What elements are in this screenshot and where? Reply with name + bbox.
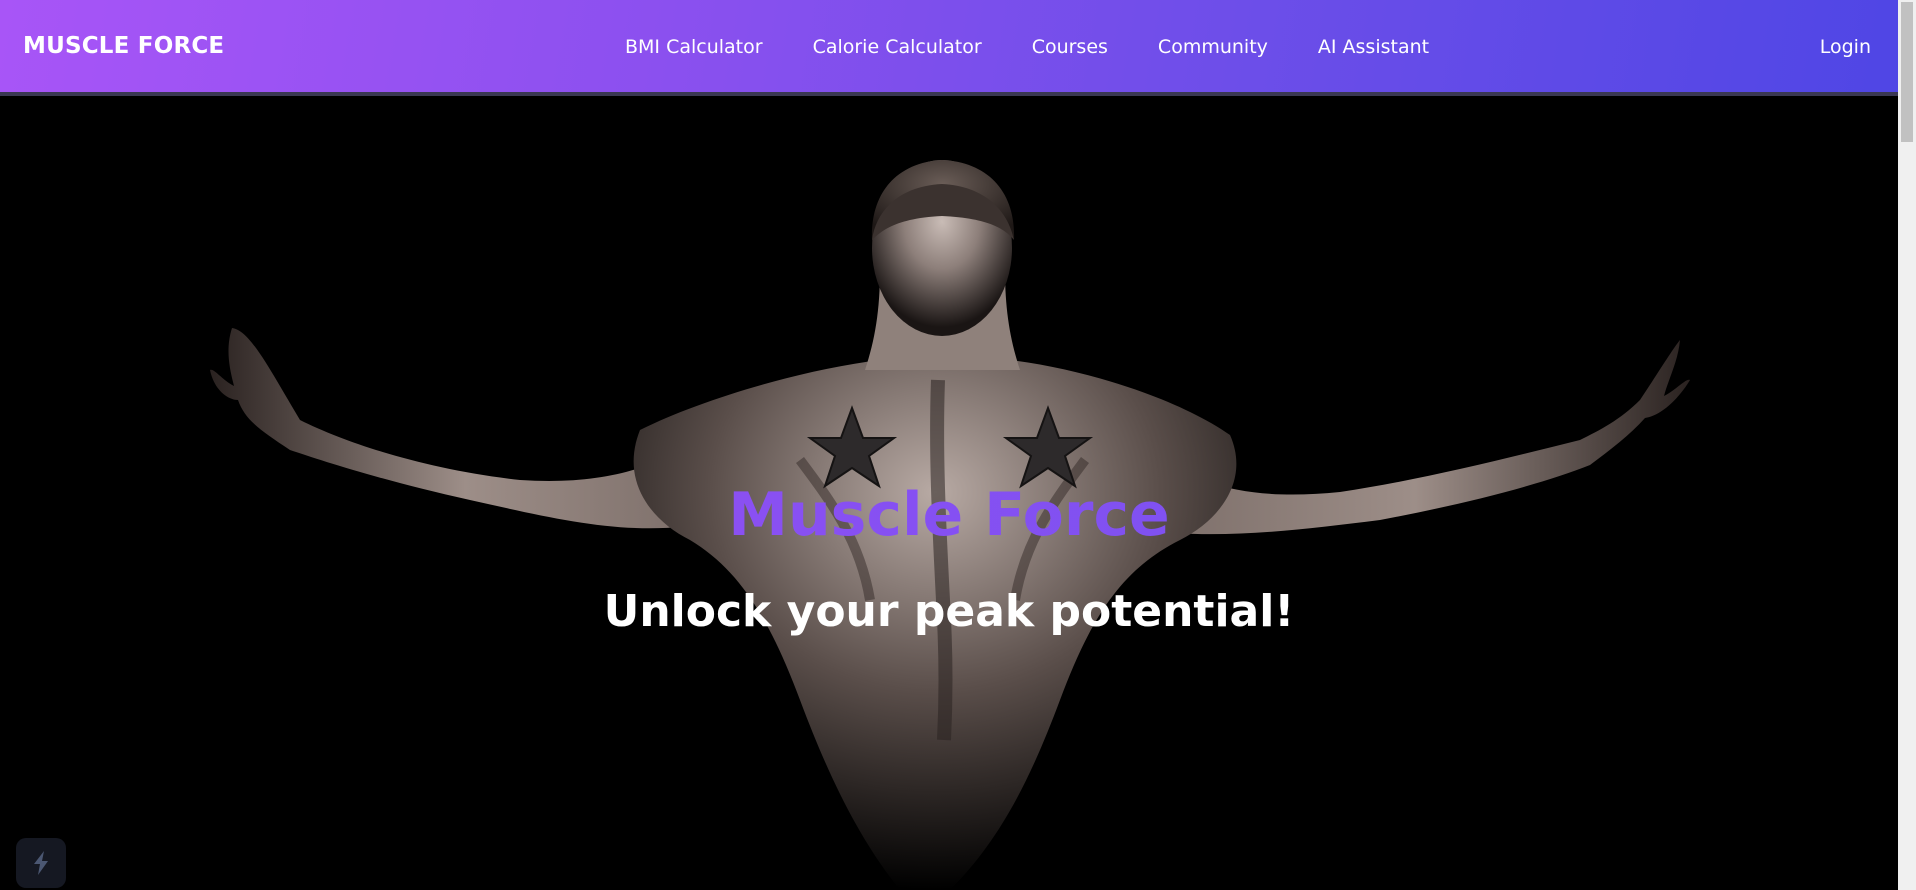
top-navbar: MUSCLE FORCE BMI Calculator Calorie Calc… — [0, 0, 1898, 96]
nav-link-ai-assistant[interactable]: AI Assistant — [1318, 36, 1429, 58]
vertical-scrollbar[interactable] — [1898, 0, 1916, 890]
brand-logo-link[interactable]: MUSCLE FORCE — [23, 33, 224, 59]
hero-section: Muscle Force Unlock your peak potential! — [0, 100, 1898, 890]
page: MUSCLE FORCE BMI Calculator Calorie Calc… — [0, 0, 1916, 890]
floating-assistant-button[interactable] — [16, 838, 66, 888]
nav-link-courses[interactable]: Courses — [1032, 36, 1108, 58]
hero-title: Muscle Force — [0, 480, 1898, 550]
nav-link-calorie-calculator[interactable]: Calorie Calculator — [813, 36, 982, 58]
nav-link-community[interactable]: Community — [1158, 36, 1268, 58]
scrollbar-thumb[interactable] — [1901, 2, 1913, 142]
nav-links: BMI Calculator Calorie Calculator Course… — [625, 36, 1479, 58]
login-link[interactable]: Login — [1820, 36, 1871, 58]
hero-subtitle: Unlock your peak potential! — [603, 586, 1295, 637]
nav-link-bmi-calculator[interactable]: BMI Calculator — [625, 36, 763, 58]
bolt-icon — [34, 851, 48, 875]
